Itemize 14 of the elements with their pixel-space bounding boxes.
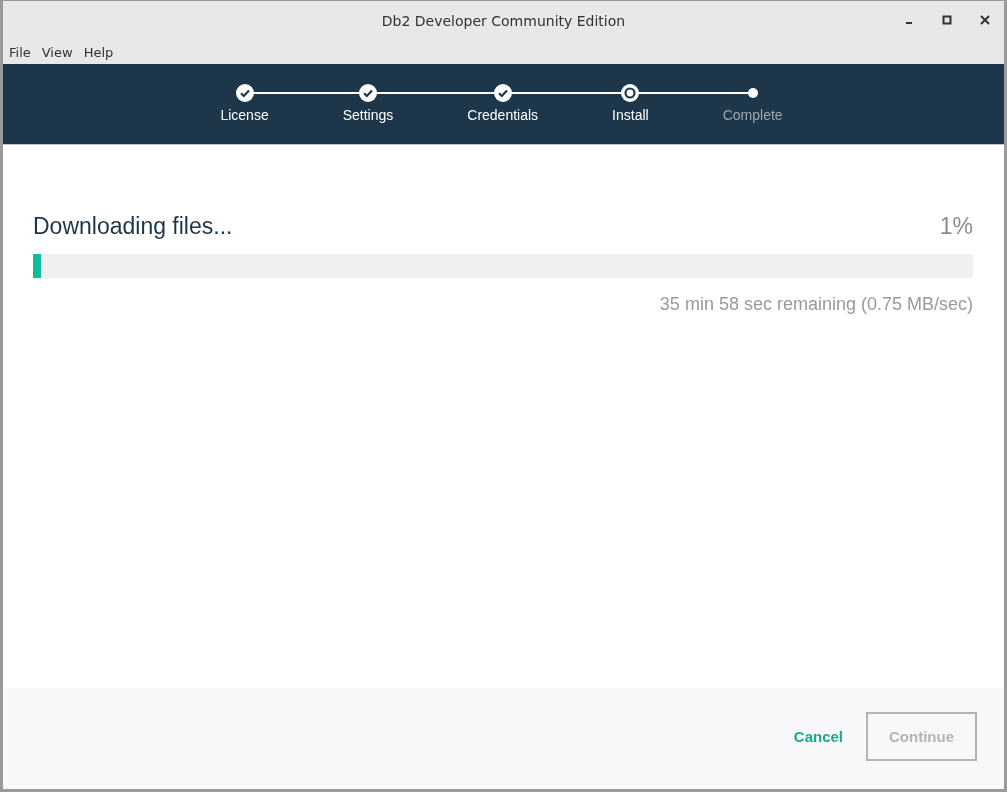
step-label: Credentials <box>467 107 539 123</box>
step-label: Complete <box>722 107 783 123</box>
progress-percent: 1% <box>939 213 973 240</box>
menu-item[interactable]: Help <box>83 44 114 60</box>
step-label: License <box>220 107 269 123</box>
step-label: Install <box>612 107 649 123</box>
window-title: Db2 Developer Community Edition <box>381 12 626 29</box>
step-label: Settings <box>342 107 394 123</box>
menu-item[interactable]: File <box>9 44 31 60</box>
maximize-icon[interactable] <box>942 15 952 25</box>
menu-item[interactable]: View <box>41 44 73 60</box>
time-remaining: 35 min 58 sec remaining (0.75 MB/sec) <box>659 294 973 315</box>
progress-title: Downloading files... <box>33 213 233 240</box>
close-icon[interactable] <box>980 15 990 25</box>
